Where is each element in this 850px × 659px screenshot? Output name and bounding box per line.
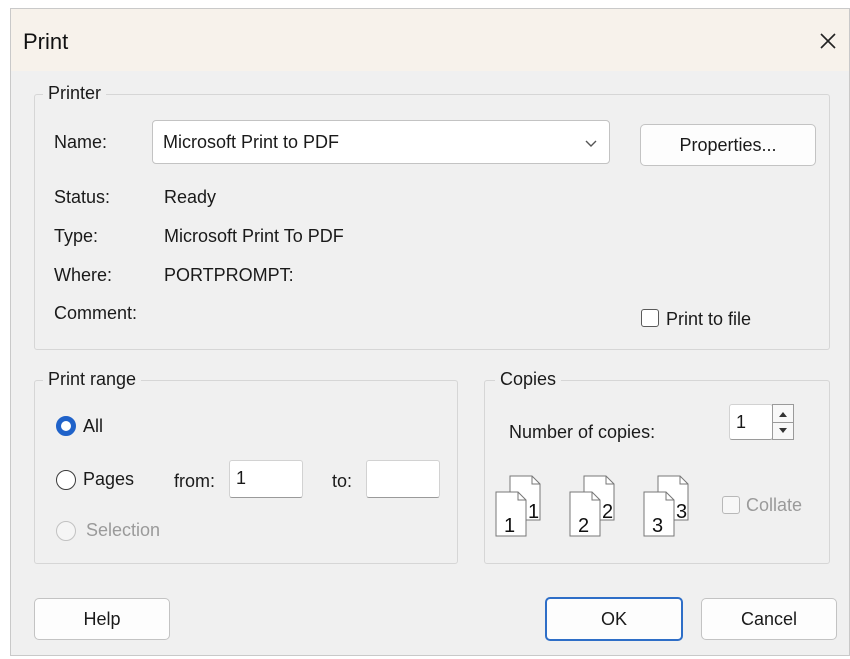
number-of-copies-label: Number of copies: [509, 422, 656, 442]
page-stack-2-icon: 2 2 [569, 475, 615, 537]
printer-group-label: Printer [43, 83, 107, 104]
arrow-up-icon [779, 411, 787, 417]
radio-all-label[interactable]: All [83, 416, 103, 437]
radio-pages[interactable] [56, 470, 76, 490]
type-value: Microsoft Print To PDF [164, 226, 344, 246]
collate-checkbox[interactable] [722, 496, 740, 514]
printer-name-select[interactable]: Microsoft Print to PDF [152, 120, 610, 164]
page-1-back-number: 1 [528, 501, 539, 523]
name-label: Name: [54, 132, 108, 152]
page-1-front-number: 1 [504, 515, 515, 537]
help-label: Help [83, 608, 121, 629]
status-value: Ready [164, 187, 217, 207]
close-button[interactable] [807, 17, 849, 65]
print-range-group-label: Print range [43, 369, 142, 390]
page-3-front-number: 3 [652, 515, 663, 537]
cancel-button[interactable]: Cancel [701, 598, 837, 640]
type-label: Type: [54, 226, 99, 246]
page-3-back-number: 3 [676, 501, 687, 523]
print-to-file-checkbox[interactable] [641, 309, 659, 327]
comment-label: Comment: [54, 303, 138, 323]
radio-selection[interactable] [56, 521, 76, 541]
page-stack-1-icon: 1 1 [495, 475, 541, 537]
spin-up-button[interactable] [773, 405, 793, 423]
radio-selection-label[interactable]: Selection [86, 520, 160, 541]
from-label: from: [174, 471, 216, 491]
title-bar: Print [11, 9, 849, 71]
printer-name-value: Microsoft Print to PDF [163, 132, 340, 152]
page-2-front-number: 2 [578, 515, 589, 537]
collate-label[interactable]: Collate [746, 495, 802, 516]
from-input[interactable]: 1 [229, 460, 303, 498]
arrow-down-icon [779, 427, 787, 433]
close-icon [820, 33, 836, 49]
to-input[interactable] [366, 460, 440, 498]
ok-button[interactable]: OK [545, 597, 683, 641]
properties-label: Properties... [679, 134, 777, 155]
where-label: Where: [54, 265, 113, 285]
radio-all[interactable] [56, 416, 76, 436]
chevron-down-icon [585, 140, 597, 147]
print-to-file-label[interactable]: Print to file [666, 309, 751, 330]
cancel-label: Cancel [740, 608, 798, 629]
page-2-back-number: 2 [602, 501, 613, 523]
status-label: Status: [54, 187, 111, 207]
spin-down-button[interactable] [773, 422, 793, 439]
to-label: to: [332, 471, 353, 491]
copies-group-label: Copies [495, 369, 562, 390]
copies-input[interactable]: 1 [729, 404, 773, 440]
where-value: PORTPROMPT: [164, 265, 294, 285]
page-stack-3-icon: 3 3 [643, 475, 689, 537]
radio-pages-label[interactable]: Pages [83, 469, 134, 490]
dialog-title: Print [23, 29, 69, 54]
copies-spinner[interactable] [772, 404, 794, 440]
ok-label: OK [600, 608, 627, 629]
properties-button[interactable]: Properties... [640, 124, 816, 166]
help-button[interactable]: Help [34, 598, 170, 640]
